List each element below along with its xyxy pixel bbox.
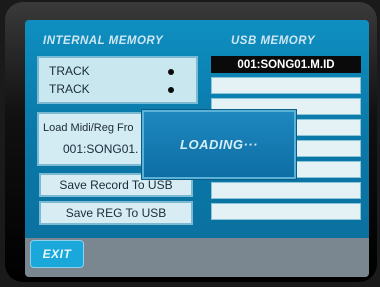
save-reg-to-usb-button[interactable]: Save REG To USB [39, 201, 193, 225]
track-label: TRACK [49, 64, 90, 78]
device-frame: INTERNAL MEMORY USB MEMORY TRACK TRACK L… [0, 0, 380, 287]
usb-file-row[interactable] [211, 203, 361, 220]
track-label: TRACK [49, 82, 90, 96]
screen: INTERNAL MEMORY USB MEMORY TRACK TRACK L… [25, 20, 369, 277]
load-title: Load Midi/Reg Fro [43, 122, 134, 134]
load-file: 001:SONG01. [63, 142, 139, 156]
usb-file-row[interactable] [211, 182, 361, 199]
usb-file-row[interactable] [211, 77, 361, 94]
track-2-dot-icon [168, 87, 174, 93]
exit-button[interactable]: EXIT [30, 240, 84, 268]
loading-dialog: LOADING··· [142, 110, 296, 179]
track-list: TRACK TRACK [37, 56, 198, 104]
loading-text: LOADING··· [180, 137, 258, 152]
bezel: INTERNAL MEMORY USB MEMORY TRACK TRACK L… [5, 2, 377, 282]
usb-file-row-selected[interactable]: 001:SONG01.M.ID [211, 56, 361, 73]
internal-memory-header: INTERNAL MEMORY [43, 35, 164, 47]
usb-memory-header: USB MEMORY [231, 35, 316, 47]
track-row-1[interactable]: TRACK [49, 64, 90, 78]
track-row-2[interactable]: TRACK [49, 82, 90, 96]
track-1-dot-icon [168, 69, 174, 75]
